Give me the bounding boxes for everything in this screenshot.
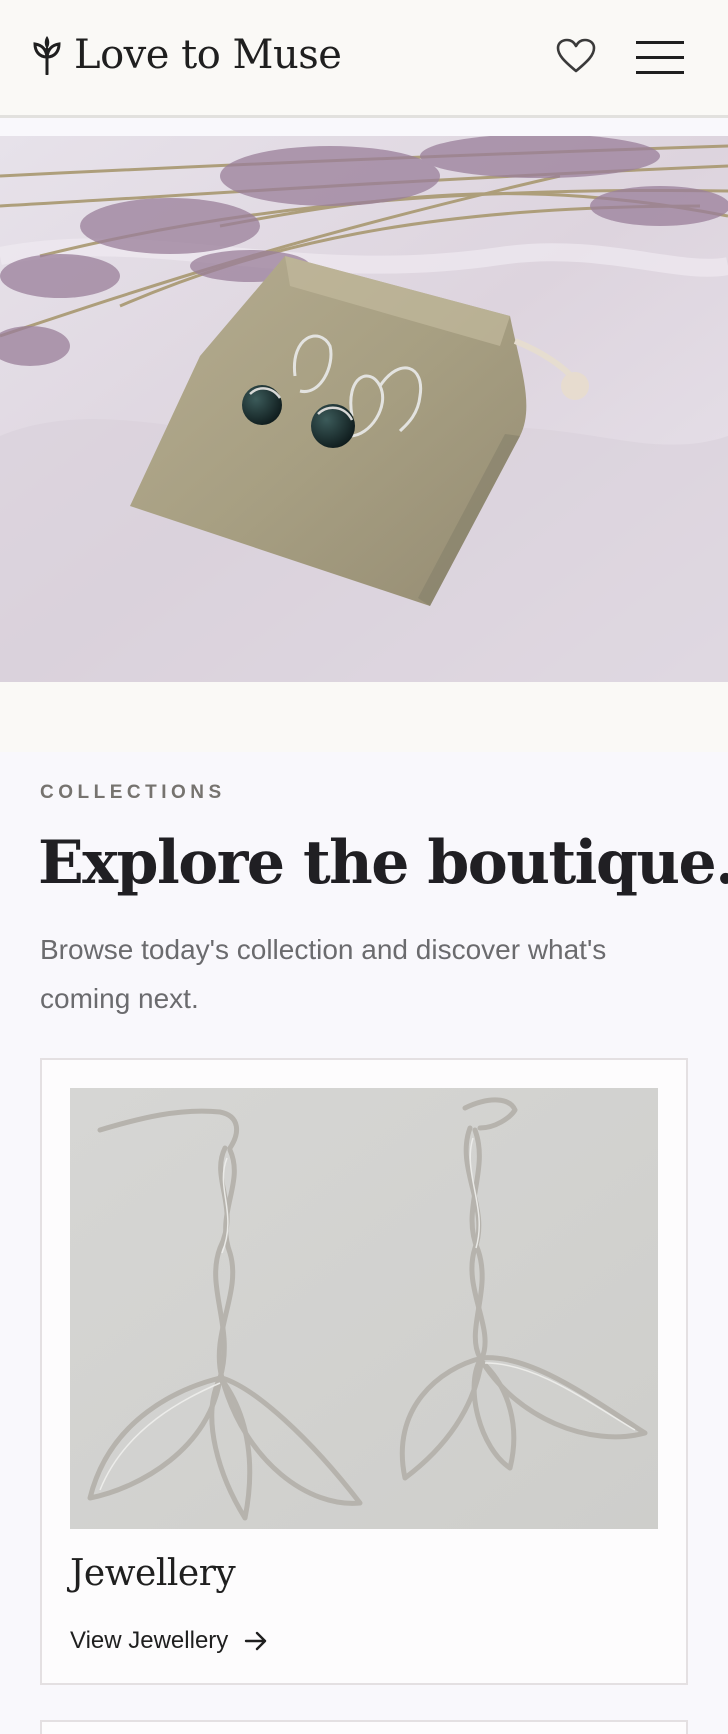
menu-button[interactable] bbox=[632, 38, 688, 78]
site-header: Love to Muse bbox=[0, 0, 728, 118]
hero-bottom-band bbox=[0, 682, 728, 752]
card-image[interactable] bbox=[70, 1088, 658, 1529]
view-jewellery-link[interactable]: View Jewellery bbox=[70, 1626, 268, 1656]
favorites-button[interactable] bbox=[552, 34, 600, 78]
hamburger-menu-icon bbox=[636, 41, 684, 44]
hero-image bbox=[0, 136, 728, 682]
section-eyebrow: COLLECTIONS bbox=[40, 782, 226, 803]
collection-card-next[interactable] bbox=[40, 1720, 688, 1734]
section-intro: Browse today's collection and discover w… bbox=[40, 934, 607, 1014]
card-link-label: View Jewellery bbox=[70, 1627, 229, 1654]
heart-icon bbox=[556, 38, 596, 73]
card-title: Jewellery bbox=[70, 1553, 236, 1594]
collection-card-jewellery[interactable]: Jewellery View Jewellery bbox=[40, 1058, 688, 1685]
section-headline: Explore the boutique. bbox=[38, 828, 728, 898]
brand-logo[interactable]: Love to Muse bbox=[30, 30, 342, 80]
arrow-right-icon bbox=[245, 1631, 267, 1651]
brand-name: Love to Muse bbox=[74, 32, 342, 78]
hero-photo bbox=[0, 136, 728, 682]
silver-leaf-earrings-photo bbox=[70, 1088, 658, 1529]
sprout-icon bbox=[33, 36, 61, 75]
